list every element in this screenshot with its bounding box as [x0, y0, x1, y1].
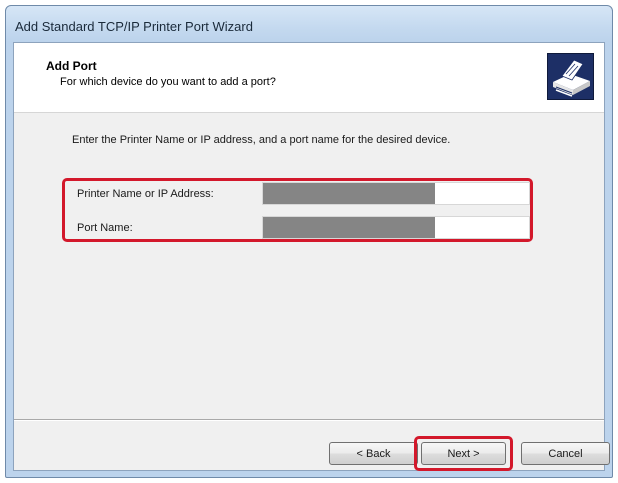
- instruction-text: Enter the Printer Name or IP address, an…: [72, 134, 451, 146]
- wizard-window: Add Standard TCP/IP Printer Port Wizard …: [0, 0, 618, 483]
- port-name-input[interactable]: [262, 216, 530, 239]
- footer-divider: [14, 419, 604, 420]
- window-title: Add Standard TCP/IP Printer Port Wizard: [15, 19, 253, 34]
- back-button[interactable]: < Back: [329, 442, 418, 465]
- port-name-label: Port Name:: [77, 222, 133, 234]
- wizard-header: Add Port For which device do you want to…: [14, 43, 604, 113]
- page-subtitle: For which device do you want to add a po…: [60, 76, 276, 88]
- wizard-client-area: Add Port For which device do you want to…: [13, 42, 610, 471]
- window-frame: Add Standard TCP/IP Printer Port Wizard …: [5, 5, 613, 478]
- page-title: Add Port: [46, 59, 97, 73]
- printer-name-input[interactable]: [262, 182, 530, 205]
- redacted-value: [263, 217, 435, 238]
- cancel-button[interactable]: Cancel: [521, 442, 610, 465]
- title-bar[interactable]: Add Standard TCP/IP Printer Port Wizard: [6, 6, 612, 42]
- printer-name-label: Printer Name or IP Address:: [77, 188, 214, 200]
- next-button[interactable]: Next >: [421, 442, 506, 465]
- printer-port-icon: [547, 53, 594, 100]
- redacted-value: [263, 183, 435, 204]
